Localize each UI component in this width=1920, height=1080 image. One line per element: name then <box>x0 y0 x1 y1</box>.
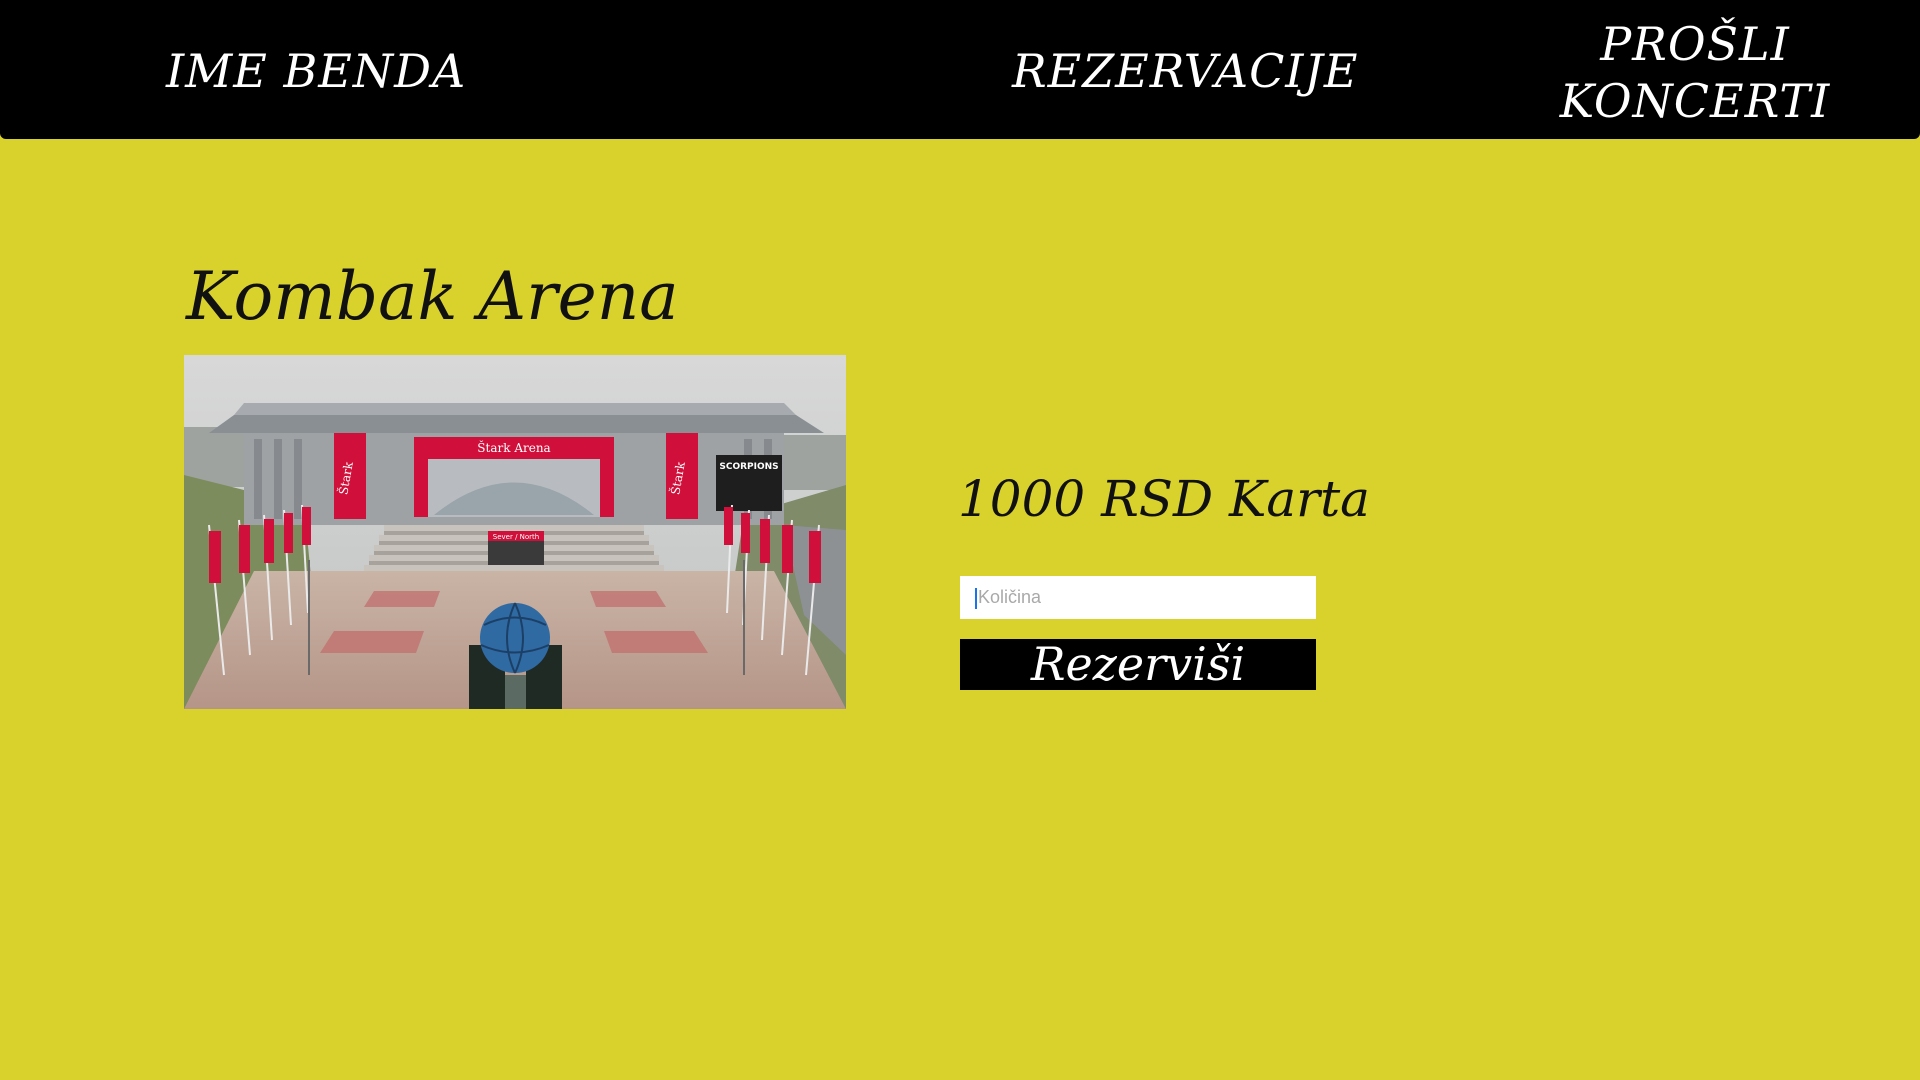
venue-title: Kombak Arena <box>186 258 679 335</box>
ticket-price: 1000 RSD Karta <box>958 470 1370 528</box>
reserve-button[interactable]: Rezerviši <box>960 639 1316 690</box>
quantity-input[interactable] <box>960 576 1316 619</box>
brand-link[interactable]: IME BENDA <box>166 44 466 99</box>
nav-reservations-link[interactable]: REZERVACIJE <box>1012 44 1358 99</box>
entrance-sign-text: Sever / North <box>493 533 539 541</box>
poster-text: SCORPIONS <box>719 462 778 472</box>
arena-photo-illustration: Štark Arena Štark Štark SCORPIONS Sever … <box>184 355 846 709</box>
arena-banner-text: Štark Arena <box>477 439 550 455</box>
text-cursor <box>975 588 977 609</box>
top-navbar: IME BENDA REZERVACIJE PROŠLI KONCERTI <box>0 0 1920 139</box>
venue-image: Štark Arena Štark Štark SCORPIONS Sever … <box>184 355 846 709</box>
nav-past-concerts-link[interactable]: PROŠLI KONCERTI <box>1550 16 1840 130</box>
